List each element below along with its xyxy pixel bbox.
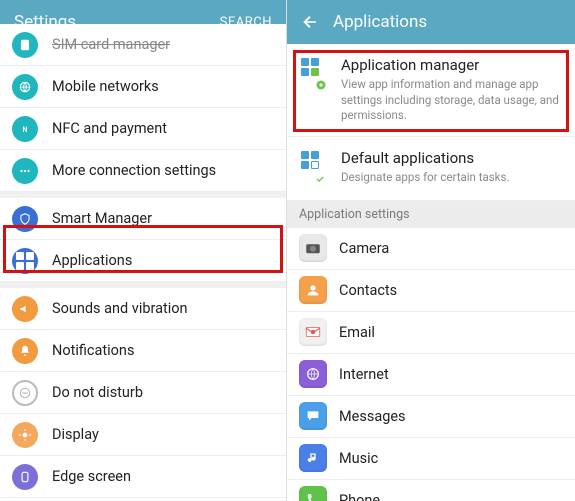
settings-item-more-connection[interactable]: More connection settings [0,150,286,192]
application-manager-item[interactable]: Application manager View app information… [287,44,575,137]
settings-item-label: SIM card manager [52,36,170,53]
app-item-label: Camera [339,240,389,257]
internet-icon [299,360,327,388]
back-button[interactable] [301,13,319,31]
settings-list: SIM card manager Mobile networks N NFC a… [0,24,286,501]
sim-icon [12,32,38,58]
app-item-label: Messages [339,408,406,425]
app-item-label: Music [339,450,378,467]
svg-text:N: N [23,125,28,133]
shield-icon [12,206,38,232]
settings-item-smart-manager[interactable]: Smart Manager [0,198,286,240]
app-item-internet[interactable]: Internet [287,354,575,396]
music-icon [299,444,327,472]
settings-item-label: Sounds and vibration [52,300,188,317]
sound-icon [12,296,38,322]
settings-item-nfc-payment[interactable]: N NFC and payment [0,108,286,150]
settings-item-do-not-disturb[interactable]: Do not disturb [0,372,286,414]
settings-item-label: Notifications [52,342,134,359]
app-item-camera[interactable]: Camera [287,228,575,270]
settings-item-notifications[interactable]: Notifications [0,330,286,372]
settings-item-label: Do not disturb [52,384,143,401]
arrow-left-icon [301,13,319,31]
app-item-label: Contacts [339,282,397,299]
nfc-icon: N [12,116,38,142]
default-apps-desc: Designate apps for certain tasks. [341,170,509,186]
bell-icon [12,338,38,364]
email-icon [299,318,327,346]
edge-icon [12,464,38,490]
settings-item-sim-card-manager[interactable]: SIM card manager [0,24,286,66]
default-applications-item[interactable]: Default applications Designate apps for … [287,137,575,201]
settings-item-label: More connection settings [52,162,216,179]
settings-item-label: Smart Manager [52,210,152,227]
settings-item-edge-screen[interactable]: Edge screen [0,456,286,498]
settings-item-sounds-vibration[interactable]: Sounds and vibration [0,288,286,330]
app-item-email[interactable]: Email [287,312,575,354]
apps-icon [12,248,38,274]
app-manager-icon [301,58,331,124]
settings-item-applications[interactable]: Applications [0,240,286,282]
settings-item-label: Display [52,426,99,443]
messages-icon [299,402,327,430]
contacts-icon [299,276,327,304]
globe-icon [12,74,38,100]
settings-item-label: NFC and payment [52,120,167,137]
app-item-contacts[interactable]: Contacts [287,270,575,312]
app-item-label: Internet [339,366,389,383]
display-icon [12,422,38,448]
applications-header: Applications [287,0,575,44]
settings-item-label: Edge screen [52,468,131,485]
app-manager-title: Application manager [341,56,561,74]
dnd-icon [12,380,38,406]
camera-icon [299,234,327,262]
default-apps-title: Default applications [341,149,509,167]
settings-pane: Settings SEARCH SIM card manager Mobile … [0,0,287,501]
phone-icon [299,486,327,501]
default-apps-icon [301,151,331,188]
settings-item-display[interactable]: Display [0,414,286,456]
applications-title: Applications [333,12,427,32]
more-icon [12,158,38,184]
settings-item-label: Mobile networks [52,78,159,95]
app-item-label: Email [339,324,375,341]
settings-item-label: Applications [52,252,132,269]
applications-pane: Applications Application manager View ap… [287,0,575,501]
app-manager-desc: View app information and manage app sett… [341,77,561,124]
app-item-music[interactable]: Music [287,438,575,480]
app-item-phone[interactable]: Phone [287,480,575,501]
app-item-messages[interactable]: Messages [287,396,575,438]
settings-item-mobile-networks[interactable]: Mobile networks [0,66,286,108]
application-settings-header: Application settings [287,201,575,228]
app-item-label: Phone [339,492,380,501]
